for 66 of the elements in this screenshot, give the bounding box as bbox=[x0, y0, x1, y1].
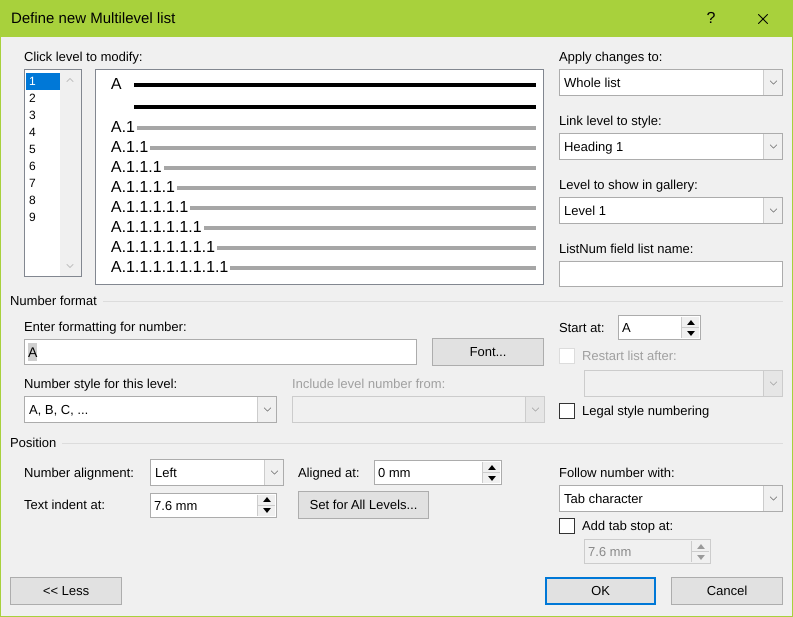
chevron-down-icon bbox=[763, 371, 782, 396]
scrollbar[interactable] bbox=[60, 70, 81, 276]
dropdown[interactable]: A, B, C, ... bbox=[24, 396, 277, 423]
chevron-down-icon bbox=[264, 460, 283, 485]
field-label: Restart list after: bbox=[582, 348, 677, 364]
input-field[interactable] bbox=[559, 261, 783, 287]
level-number: A.1.1.1.1.1 bbox=[110, 199, 188, 217]
spin-field[interactable]: 0 mm bbox=[374, 460, 502, 485]
section-title: Number format bbox=[10, 293, 97, 309]
field-label: Follow number with: bbox=[559, 465, 676, 481]
field-label: Number style for this level: bbox=[24, 376, 178, 392]
field-label: Apply changes to: bbox=[559, 49, 664, 65]
level-number: A.1.1.1.1.1.1 bbox=[110, 219, 202, 237]
section-title: Position bbox=[10, 435, 56, 451]
field-label: Legal style numbering bbox=[582, 403, 710, 419]
dropdown[interactable]: Heading 1 bbox=[559, 133, 783, 160]
level-item[interactable]: 4 bbox=[26, 124, 60, 141]
field-label: Include level number from: bbox=[292, 376, 446, 392]
dropdown[interactable]: Tab character bbox=[559, 485, 783, 512]
level-item[interactable]: 3 bbox=[26, 107, 60, 124]
spin-field[interactable]: 7.6 mm bbox=[150, 492, 277, 518]
chevron-down-icon bbox=[257, 397, 276, 422]
input-field[interactable]: A bbox=[24, 339, 417, 365]
field-label: Number alignment: bbox=[24, 464, 135, 480]
dialog-button[interactable]: Cancel bbox=[671, 577, 783, 605]
level-item[interactable]: 6 bbox=[26, 158, 60, 175]
chevron-down-icon bbox=[763, 70, 782, 95]
dialog-button[interactable]: Font... bbox=[432, 338, 544, 366]
level-number: A bbox=[110, 76, 122, 93]
dropdown[interactable]: Level 1 bbox=[559, 197, 783, 224]
dialog-button[interactable]: Set for All Levels... bbox=[298, 491, 429, 519]
chevron-down-icon bbox=[525, 397, 544, 422]
field-label: Text indent at: bbox=[24, 497, 106, 513]
level-item[interactable]: 9 bbox=[26, 209, 60, 226]
checkbox[interactable] bbox=[559, 518, 575, 534]
chevron-down-icon bbox=[763, 134, 782, 159]
level-number: A.1.1 bbox=[110, 139, 148, 157]
help-button[interactable]: ? bbox=[688, 1, 734, 37]
field-label: ListNum field list name: bbox=[559, 241, 694, 257]
field-label: Click level to modify: bbox=[24, 49, 144, 65]
field-label: Level to show in gallery: bbox=[559, 177, 699, 193]
dialog-button[interactable]: << Less bbox=[10, 577, 122, 605]
level-item[interactable]: 1 bbox=[26, 73, 60, 90]
level-number: A.1.1.1.1.1.1.1 bbox=[110, 239, 215, 257]
level-item[interactable]: 8 bbox=[26, 192, 60, 209]
field-label: Link level to style: bbox=[559, 113, 663, 129]
field-label: Start at: bbox=[559, 320, 606, 336]
level-item[interactable]: 7 bbox=[26, 175, 60, 192]
spin-field[interactable]: A bbox=[618, 315, 701, 340]
dropdown[interactable] bbox=[584, 370, 783, 397]
field-label: Aligned at: bbox=[298, 464, 360, 480]
chevron-down-icon bbox=[763, 198, 782, 223]
field-label: Enter formatting for number: bbox=[24, 319, 188, 335]
dropdown[interactable]: Left bbox=[150, 459, 284, 486]
dropdown[interactable]: Whole list bbox=[559, 69, 783, 96]
level-item[interactable]: 5 bbox=[26, 141, 60, 158]
window-title: Define new Multilevel list bbox=[11, 8, 176, 29]
chevron-down-icon bbox=[763, 486, 782, 511]
level-number: A.1.1.1.1.1.1.1.1 bbox=[110, 259, 228, 277]
checkbox[interactable] bbox=[559, 403, 575, 419]
level-number: A.1.1.1 bbox=[110, 159, 162, 177]
level-item[interactable]: 2 bbox=[26, 90, 60, 107]
field-label: Add tab stop at: bbox=[582, 518, 674, 534]
dialog-button[interactable]: OK bbox=[545, 577, 656, 605]
level-number: A.1 bbox=[110, 119, 135, 137]
level-number: A.1.1.1.1 bbox=[110, 179, 175, 197]
